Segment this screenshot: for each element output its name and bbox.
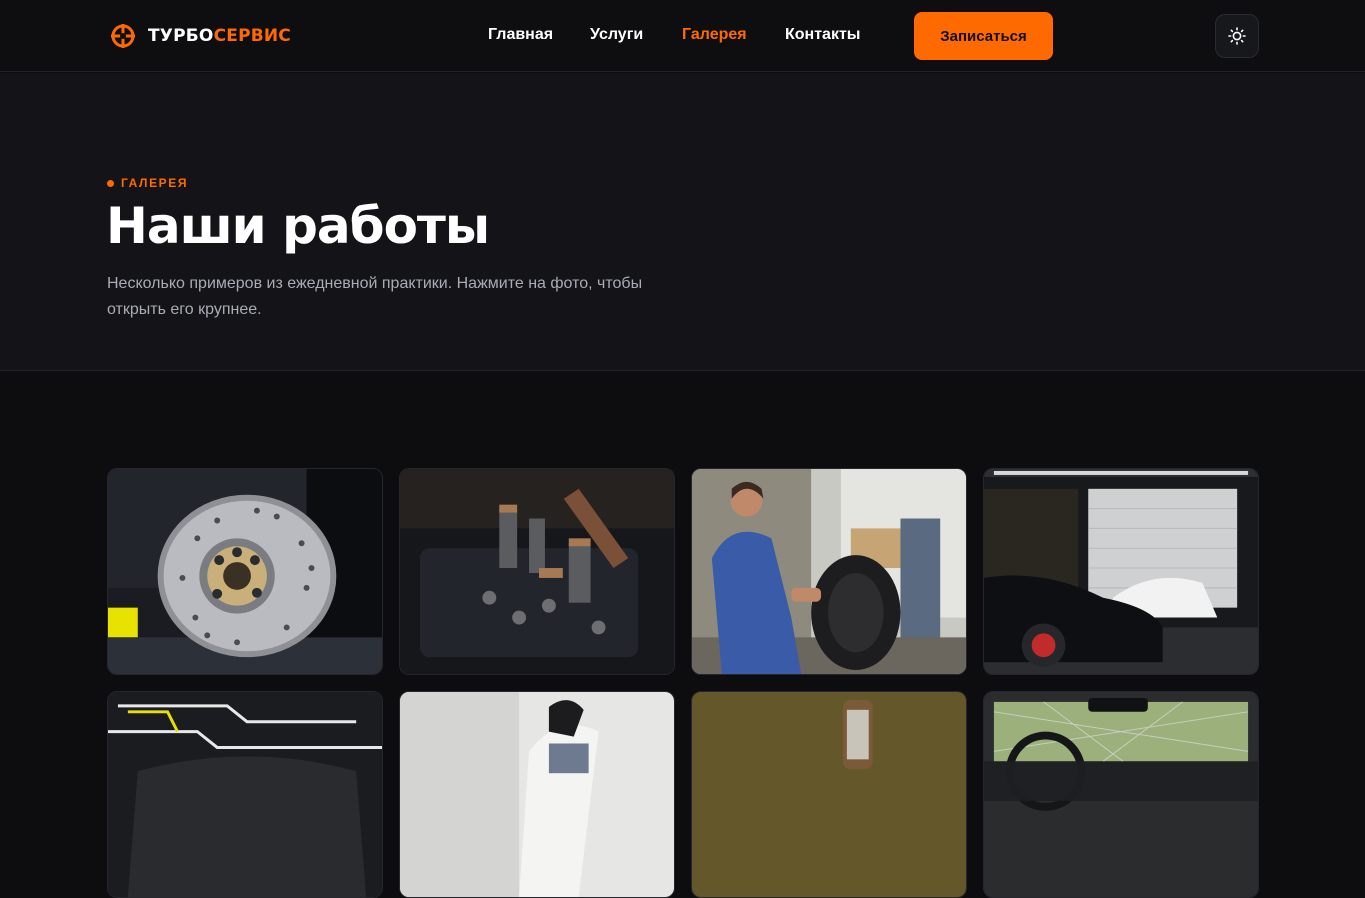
brand-name-part2: СЕРВИС: [213, 26, 291, 46]
gallery-photo-garage-cars[interactable]: [983, 468, 1259, 675]
gallery-photo-blurred-workshop[interactable]: [691, 691, 967, 898]
page-title: Наши работы: [106, 197, 490, 255]
theme-toggle-button[interactable]: [1215, 14, 1259, 58]
brake-disc-photo: [108, 469, 382, 674]
gallery-photo-engine[interactable]: [399, 468, 675, 675]
section-eyebrow: ГАЛЕРЕЯ: [107, 176, 188, 190]
gallery-photo-brake-disc[interactable]: [107, 468, 383, 675]
brand-name-part1: ТУРБО: [148, 26, 214, 46]
mechanic-gloves-photo: [400, 692, 674, 897]
nav-link-services[interactable]: Услуги: [590, 26, 643, 44]
logo-target-icon: [111, 24, 135, 48]
detailing-studio-car-photo: [108, 692, 382, 897]
brand-logo[interactable]: ТУРБОСЕРВИС: [110, 23, 291, 49]
car-interior-dashboard-photo: [984, 692, 1258, 897]
page-hero: ГАЛЕРЕЯ Наши работы Несколько примеров и…: [0, 73, 1365, 371]
nav-link-home[interactable]: Главная: [488, 26, 553, 44]
gallery-photo-car-interior[interactable]: [983, 691, 1259, 898]
sun-icon: [1228, 27, 1246, 45]
gallery-photo-mechanic-gloves[interactable]: [399, 691, 675, 898]
gallery-grid: [0, 372, 1365, 898]
gallery-photo-mechanic-tire[interactable]: [691, 468, 967, 675]
blurred-workshop-photo: [692, 692, 966, 897]
eyebrow-dot-icon: [107, 179, 114, 187]
gallery-photo-detailing-studio[interactable]: [107, 691, 383, 898]
book-button[interactable]: Записаться: [914, 12, 1053, 60]
garage-sports-cars-photo: [984, 469, 1258, 674]
page-subtitle: Несколько примеров из ежедневной практик…: [107, 275, 643, 318]
site-header: ТУРБОСЕРВИС Главная Услуги Галерея Конта…: [0, 0, 1365, 72]
mechanic-with-tire-photo: [692, 469, 966, 674]
eyebrow-label: ГАЛЕРЕЯ: [121, 176, 189, 190]
nav-link-contacts[interactable]: Контакты: [785, 26, 860, 44]
nav-link-gallery[interactable]: Галерея: [682, 26, 747, 44]
brand-name: ТУРБОСЕРВИС: [148, 26, 291, 46]
engine-bay-photo: [400, 469, 674, 674]
